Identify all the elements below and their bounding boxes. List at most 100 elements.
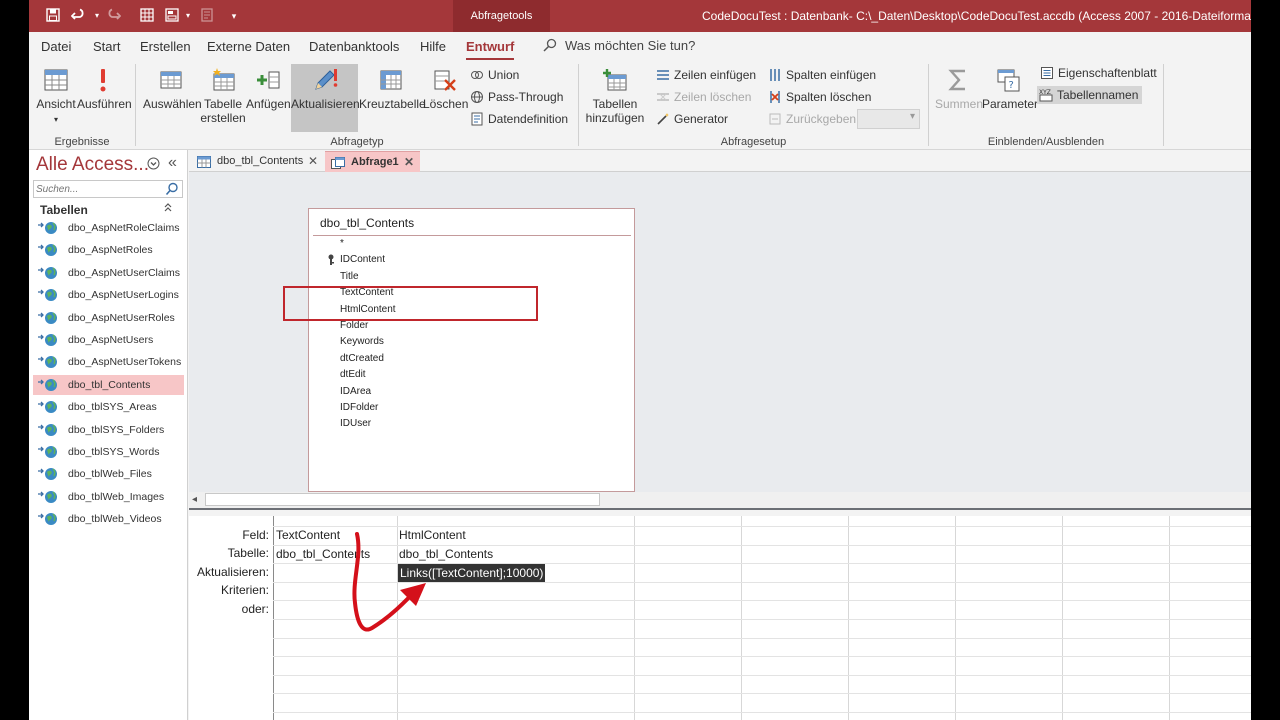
union-button[interactable]: Union — [470, 66, 519, 84]
grid-row-line — [273, 656, 1251, 658]
close-icon[interactable]: ✕ — [308, 151, 318, 171]
tell-me-text: Was möchten Sie tun? — [565, 38, 696, 53]
parameter-button[interactable]: ? Parameter — [982, 66, 1038, 114]
zurueckgeben-label-wrap: Zurückgeben: — [768, 110, 859, 128]
zeilen-loeschen-button[interactable]: Zeilen löschen — [656, 88, 751, 106]
pass-through-button[interactable]: Pass-Through — [470, 88, 563, 106]
tabelle-erstellen-button[interactable]: Tabelle erstellen — [199, 66, 247, 128]
nav-pane-title[interactable]: Alle Access... — [36, 154, 149, 176]
tab-erstellen[interactable]: Erstellen — [140, 39, 191, 54]
collapse-pane-icon[interactable]: « — [168, 154, 177, 172]
undo-icon[interactable] — [70, 8, 87, 24]
ausfuehren-button[interactable]: Ausführen — [77, 66, 132, 114]
collapse-group-icon[interactable] — [163, 202, 173, 215]
save-icon[interactable] — [45, 8, 61, 24]
pane-splitter[interactable] — [189, 508, 1251, 516]
nav-group-tabellen[interactable]: Tabellen — [40, 203, 88, 217]
nav-item-label: dbo_AspNetUserRoles — [68, 311, 175, 324]
nav-item-table[interactable]: dbo_tblWeb_Files — [33, 464, 184, 484]
nav-item-table[interactable]: dbo_AspNetUserLogins — [33, 285, 184, 305]
form-icon[interactable] — [164, 8, 180, 24]
cell-tabelle-col2[interactable]: dbo_tbl_Contents — [399, 545, 493, 563]
ansicht-button[interactable]: Ansicht ▾ — [36, 66, 76, 128]
tabellennamen-label: Tabellennamen — [1057, 88, 1139, 102]
field-list-dbo-tbl-contents[interactable]: dbo_tbl_Contents * IDContent Title TextCont… — [308, 208, 635, 492]
query-design-grid: Feld: Tabelle: Aktualisieren: Kriterien:… — [189, 516, 1251, 720]
grid-column-line — [1169, 516, 1170, 720]
loeschen-label: Löschen — [423, 97, 469, 111]
undo-dropdown-icon[interactable]: ▾ — [89, 8, 105, 24]
nav-item-table[interactable]: dbo_tblSYS_Folders — [33, 420, 184, 440]
kreuztabelle-button[interactable]: Kreuztabelle — [359, 66, 426, 114]
table-icon[interactable] — [139, 8, 155, 24]
loeschen-button[interactable]: Löschen — [423, 66, 469, 114]
delete-columns-icon — [768, 90, 782, 104]
tab-abfrage1[interactable]: Abfrage1 ✕ — [325, 151, 420, 172]
spalten-loeschen-button[interactable]: Spalten löschen — [768, 88, 871, 106]
tab-datei[interactable]: Datei — [41, 39, 71, 54]
cell-feld-col2[interactable]: HtmlContent — [399, 526, 466, 544]
row-label-kriterien: Kriterien: — [220, 583, 269, 597]
tab-dbo-tbl-contents[interactable]: dbo_tbl_Contents ✕ — [191, 151, 324, 172]
group-label-einblenden: Einblenden/Ausblenden — [987, 136, 1105, 148]
cell-tabelle-col1[interactable]: dbo_tbl_Contents — [276, 545, 370, 563]
search-icon[interactable] — [164, 181, 182, 197]
field-list-item[interactable]: IDArea — [340, 386, 371, 397]
auswaehlen-button[interactable]: Auswählen — [143, 66, 202, 114]
nav-item-table[interactable]: dbo_tbl_Contents — [33, 374, 184, 395]
nav-item-table[interactable]: dbo_AspNetRoleClaims — [33, 218, 184, 238]
tab-entwurf[interactable]: Entwurf — [466, 39, 515, 60]
zurueckgeben-combo[interactable] — [857, 109, 920, 129]
cell-feld-col1[interactable]: TextContent — [276, 526, 340, 544]
nav-item-table[interactable]: dbo_tblSYS_Areas — [33, 397, 184, 417]
datendefinition-button[interactable]: Datendefinition — [470, 110, 568, 128]
tabellen-hinzufuegen-button[interactable]: Tabellen hinzufügen — [585, 66, 645, 128]
nav-search-input[interactable] — [34, 181, 164, 198]
scroll-left-icon[interactable]: ◂ — [192, 494, 197, 505]
field-list-item[interactable]: IDFolder — [340, 402, 378, 413]
redo-icon[interactable] — [105, 8, 122, 24]
tab-label: Abfrage1 — [351, 156, 399, 168]
run-icon — [89, 66, 117, 94]
summen-button[interactable]: Summen — [935, 66, 983, 114]
tabellennamen-button[interactable]: XYZ Tabellennamen — [1037, 86, 1143, 104]
nav-item-table[interactable]: dbo_AspNetUserTokens — [33, 352, 184, 372]
horizontal-scrollbar[interactable]: ◂ — [189, 492, 1251, 508]
nav-item-table[interactable]: dbo_tblSYS_Words — [33, 442, 184, 462]
field-list-item[interactable]: IDContent — [340, 254, 385, 265]
aktualisieren-button[interactable]: Aktualisieren — [291, 64, 360, 132]
tell-me-box[interactable]: Was möchten Sie tun? — [543, 38, 695, 53]
anfuegen-button[interactable]: Anfügen — [246, 66, 291, 114]
scrollbar-thumb[interactable] — [205, 493, 600, 506]
report-icon[interactable] — [199, 8, 215, 24]
eigenschaftenblatt-button[interactable]: Eigenschaftenblatt — [1040, 64, 1157, 82]
zeilen-einfuegen-button[interactable]: Zeilen einfügen — [656, 66, 756, 84]
field-list-title[interactable]: dbo_tbl_Contents — [320, 216, 414, 230]
nav-item-table[interactable]: dbo_tblWeb_Videos — [33, 509, 184, 529]
customize-icon[interactable]: ▾ — [226, 8, 242, 24]
field-list-item[interactable]: dtCreated — [340, 353, 384, 364]
nav-item-table[interactable]: dbo_AspNetRoles — [33, 240, 184, 260]
field-list-item[interactable]: IDUser — [340, 418, 371, 429]
cell-aktualisieren-col2[interactable]: Links([TextContent];10000) — [398, 564, 546, 582]
nav-item-table[interactable]: dbo_AspNetUserClaims — [33, 263, 184, 283]
cell-aktualisieren-col1[interactable] — [276, 564, 396, 582]
field-list-item[interactable]: * — [340, 238, 344, 249]
tab-datenbanktools[interactable]: Datenbanktools — [309, 39, 399, 54]
nav-item-table[interactable]: dbo_tblWeb_Images — [33, 487, 184, 507]
field-list-item[interactable]: dtEdit — [340, 369, 366, 380]
form-dropdown-icon[interactable]: ▾ — [180, 8, 196, 24]
nav-item-table[interactable]: dbo_AspNetUserRoles — [33, 308, 184, 328]
nav-search-box[interactable] — [33, 180, 183, 198]
nav-menu-dropdown-icon[interactable] — [147, 157, 160, 173]
nav-item-table[interactable]: dbo_AspNetUsers — [33, 330, 184, 350]
tab-start[interactable]: Start — [93, 39, 120, 54]
spalten-einfuegen-button[interactable]: Spalten einfügen — [768, 66, 876, 84]
tab-hilfe[interactable]: Hilfe — [420, 39, 446, 54]
field-list-item[interactable]: Keywords — [340, 336, 384, 347]
generator-button[interactable]: Generator — [656, 110, 728, 128]
field-list-item[interactable]: Folder — [340, 320, 368, 331]
field-list-item[interactable]: Title — [340, 271, 359, 282]
tab-externe-daten[interactable]: Externe Daten — [207, 39, 290, 54]
close-icon[interactable]: ✕ — [404, 152, 414, 172]
